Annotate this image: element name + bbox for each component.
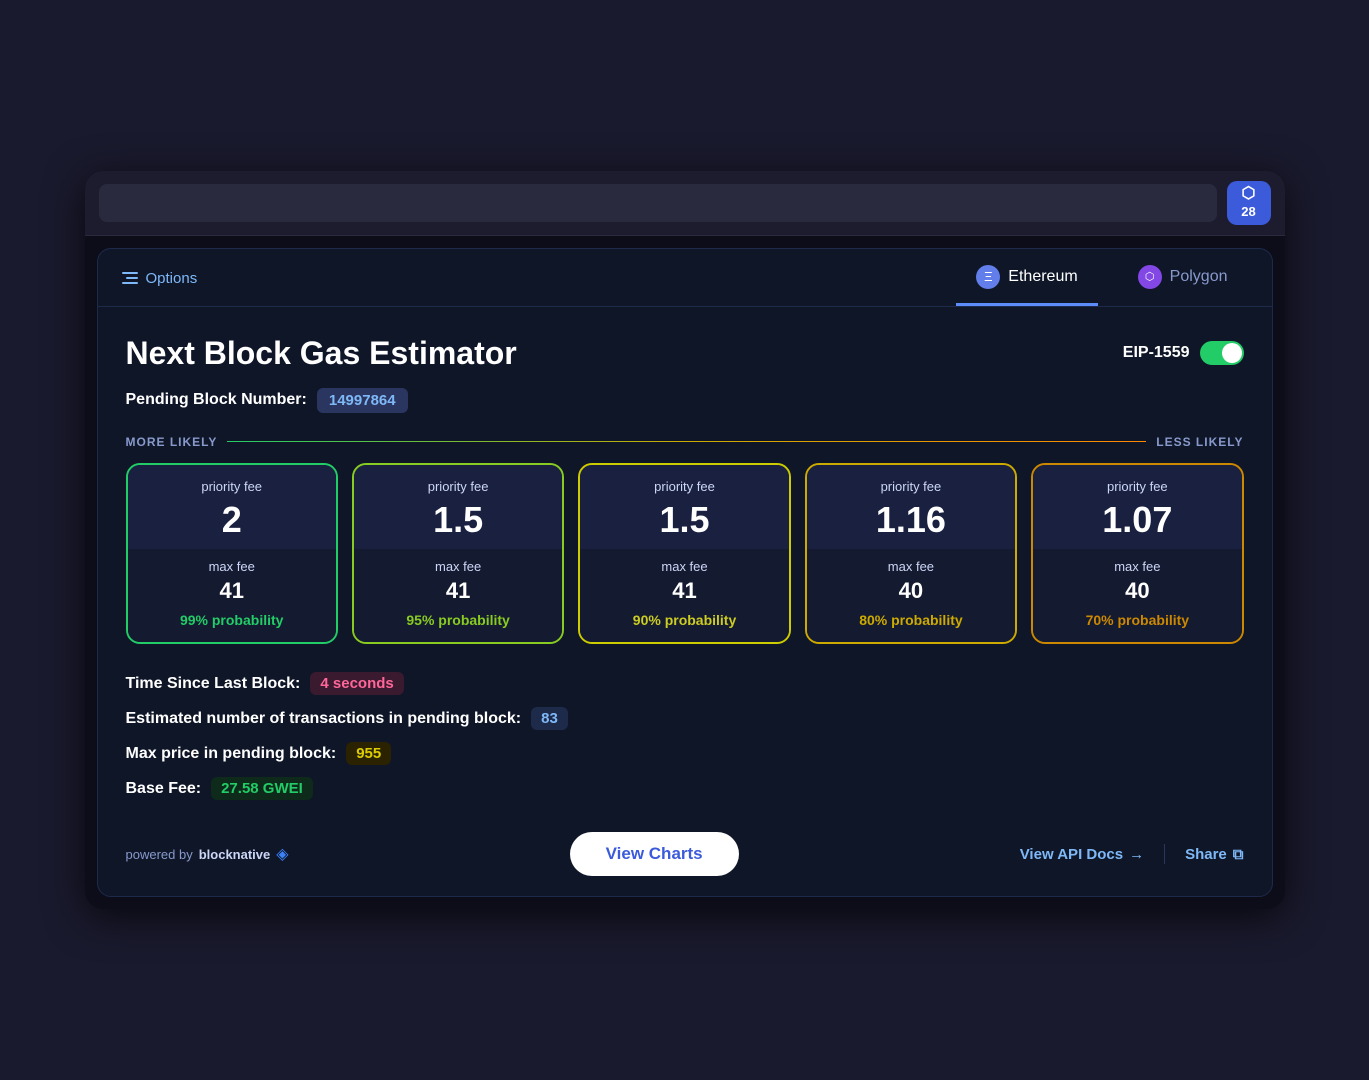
probability-4: 70% probability	[1043, 612, 1231, 628]
more-likely-label: MORE LIKELY	[126, 435, 218, 449]
max-fee-label-2: max fee	[590, 559, 778, 574]
main-card: Options Ξ Ethereum ⬡ Polygon Next Block …	[97, 248, 1273, 898]
priority-value-2: 1.5	[590, 500, 778, 540]
stat-value-2: 955	[346, 742, 391, 765]
top-bar: ⬡ 28	[85, 171, 1285, 236]
polygon-icon: ⬡	[1138, 265, 1162, 289]
options-label: Options	[146, 270, 198, 287]
main-content: Next Block Gas Estimator EIP-1559 Pendin…	[98, 307, 1272, 801]
stat-label-1: Estimated number of transactions in pend…	[126, 710, 522, 728]
footer: powered by blocknative ◈ View Charts Vie…	[98, 832, 1272, 876]
extension-icon: ⬡	[1242, 186, 1256, 202]
stat-row-1: Estimated number of transactions in pend…	[126, 707, 1244, 730]
priority-label-1: priority fee	[364, 479, 552, 494]
arrow-right-icon: →	[1129, 846, 1144, 863]
footer-links: View API Docs → Share ⧉	[1020, 844, 1244, 864]
max-fee-value-1: 41	[364, 578, 552, 604]
gas-card-bottom-0: max fee 41 99% probability	[128, 549, 336, 642]
gas-card-bottom-1: max fee 41 95% probability	[354, 549, 562, 642]
gas-card-0[interactable]: priority fee 2 max fee 41 99% probabilit…	[126, 463, 338, 645]
extension-count: 28	[1241, 204, 1255, 219]
footer-divider	[1164, 844, 1165, 864]
likelihood-line	[227, 441, 1146, 442]
brand-name: blocknative	[199, 847, 271, 862]
gas-card-1[interactable]: priority fee 1.5 max fee 41 95% probabil…	[352, 463, 564, 645]
copy-icon: ⧉	[1233, 846, 1244, 863]
priority-label-3: priority fee	[817, 479, 1005, 494]
max-fee-label-4: max fee	[1043, 559, 1231, 574]
pending-block-row: Pending Block Number: 14997864	[126, 388, 1244, 413]
gas-card-bottom-3: max fee 40 80% probability	[807, 549, 1015, 642]
gas-card-4[interactable]: priority fee 1.07 max fee 40 70% probabi…	[1031, 463, 1243, 645]
eip-toggle-switch[interactable]	[1200, 341, 1244, 365]
probability-3: 80% probability	[817, 612, 1005, 628]
stat-value-1: 83	[531, 707, 568, 730]
max-fee-label-1: max fee	[364, 559, 552, 574]
ethereum-icon: Ξ	[976, 265, 1000, 289]
share-label: Share	[1185, 846, 1227, 863]
page-title: Next Block Gas Estimator	[126, 335, 517, 372]
less-likely-label: LESS LIKELY	[1156, 435, 1243, 449]
gas-card-top-1: priority fee 1.5	[354, 465, 562, 550]
api-docs-label: View API Docs	[1020, 846, 1123, 863]
powered-by: powered by blocknative ◈	[126, 844, 289, 864]
max-fee-value-0: 41	[138, 578, 326, 604]
stats-section: Time Since Last Block: 4 seconds Estimat…	[126, 672, 1244, 800]
probability-0: 99% probability	[138, 612, 326, 628]
gas-card-top-2: priority fee 1.5	[580, 465, 788, 550]
max-fee-label-3: max fee	[817, 559, 1005, 574]
priority-label-4: priority fee	[1043, 479, 1231, 494]
stat-label-0: Time Since Last Block:	[126, 675, 301, 693]
gas-card-top-0: priority fee 2	[128, 465, 336, 550]
blocknative-icon: ◈	[276, 844, 288, 864]
priority-label-2: priority fee	[590, 479, 778, 494]
pending-block-value: 14997864	[317, 388, 408, 413]
options-icon	[122, 272, 138, 284]
max-fee-label-0: max fee	[138, 559, 326, 574]
tab-ethereum[interactable]: Ξ Ethereum	[956, 265, 1097, 306]
probability-2: 90% probability	[590, 612, 778, 628]
tab-ethereum-label: Ethereum	[1008, 268, 1077, 286]
gas-card-2[interactable]: priority fee 1.5 max fee 41 90% probabil…	[578, 463, 790, 645]
pending-block-label: Pending Block Number:	[126, 391, 307, 409]
priority-value-0: 2	[138, 500, 326, 540]
stat-label-3: Base Fee:	[126, 780, 202, 798]
api-docs-button[interactable]: View API Docs →	[1020, 846, 1144, 863]
priority-label-0: priority fee	[138, 479, 326, 494]
priority-value-4: 1.07	[1043, 500, 1231, 540]
app-window: ⬡ 28 Options Ξ Ethereum ⬡ Polygon	[85, 171, 1285, 910]
max-fee-value-3: 40	[817, 578, 1005, 604]
powered-by-text: powered by	[126, 847, 193, 862]
nav-tabs: Options Ξ Ethereum ⬡ Polygon	[98, 249, 1272, 307]
max-fee-value-2: 41	[590, 578, 778, 604]
address-bar[interactable]	[99, 184, 1217, 222]
probability-1: 95% probability	[364, 612, 552, 628]
gas-card-3[interactable]: priority fee 1.16 max fee 40 80% probabi…	[805, 463, 1017, 645]
priority-value-1: 1.5	[364, 500, 552, 540]
share-button[interactable]: Share ⧉	[1185, 846, 1243, 863]
view-charts-button[interactable]: View Charts	[570, 832, 739, 876]
eip-label: EIP-1559	[1123, 344, 1190, 362]
stat-row-0: Time Since Last Block: 4 seconds	[126, 672, 1244, 695]
likelihood-row: MORE LIKELY LESS LIKELY	[126, 435, 1244, 449]
gas-cards-container: priority fee 2 max fee 41 99% probabilit…	[126, 463, 1244, 645]
stat-label-2: Max price in pending block:	[126, 745, 337, 763]
gas-card-bottom-4: max fee 40 70% probability	[1033, 549, 1241, 642]
toggle-knob	[1222, 343, 1242, 363]
eip-toggle-group: EIP-1559	[1123, 341, 1244, 365]
stat-row-3: Base Fee: 27.58 GWEI	[126, 777, 1244, 800]
stat-value-3: 27.58 GWEI	[211, 777, 313, 800]
gas-card-top-4: priority fee 1.07	[1033, 465, 1241, 550]
tab-polygon[interactable]: ⬡ Polygon	[1118, 265, 1248, 306]
gas-card-bottom-2: max fee 41 90% probability	[580, 549, 788, 642]
max-fee-value-4: 40	[1043, 578, 1231, 604]
extension-badge[interactable]: ⬡ 28	[1227, 181, 1271, 225]
gas-card-top-3: priority fee 1.16	[807, 465, 1015, 550]
priority-value-3: 1.16	[817, 500, 1005, 540]
options-button[interactable]: Options	[122, 270, 198, 301]
stat-row-2: Max price in pending block: 955	[126, 742, 1244, 765]
stat-value-0: 4 seconds	[310, 672, 403, 695]
header-row: Next Block Gas Estimator EIP-1559	[126, 335, 1244, 372]
tab-polygon-label: Polygon	[1170, 268, 1228, 286]
